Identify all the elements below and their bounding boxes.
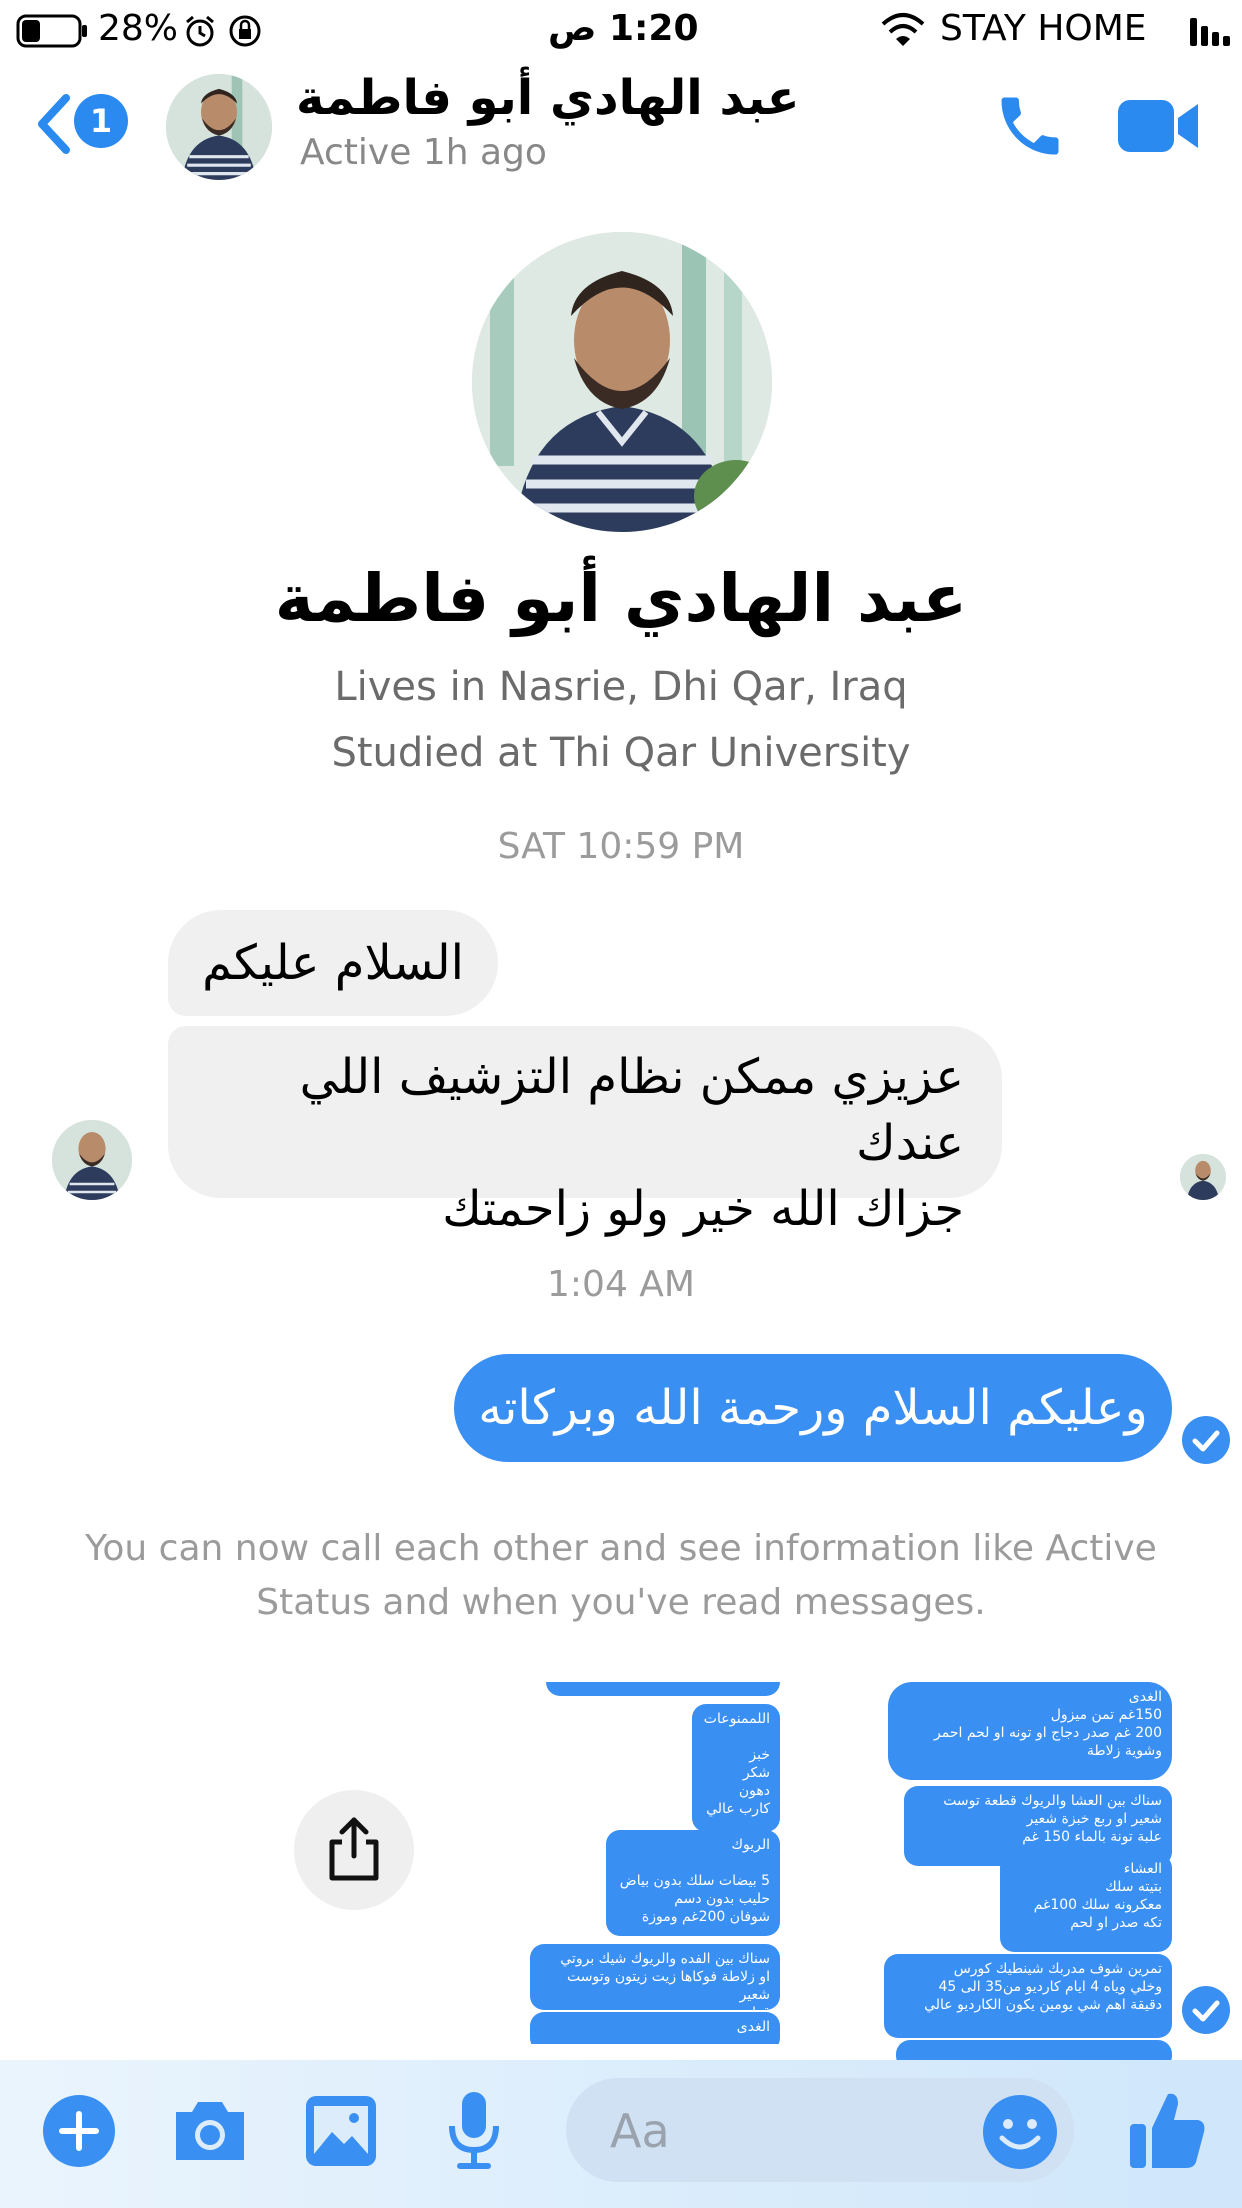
microphone-icon[interactable]: [444, 2090, 504, 2172]
gallery-icon[interactable]: [304, 2094, 378, 2168]
mini-bubble: [546, 1682, 780, 1696]
battery-icon: [16, 14, 87, 48]
status-bar: 28% 1:20 ص STAY HOME: [0, 0, 1242, 62]
unread-badge[interactable]: 1: [74, 94, 128, 148]
share-button[interactable]: [294, 1790, 414, 1910]
mini-bubble: الريوك 5 بيضات سلك بدون بياض حليب بدون د…: [606, 1830, 780, 1936]
phone-call-icon[interactable]: [992, 88, 1068, 164]
back-chevron-icon[interactable]: [34, 92, 74, 156]
signal-icon: [1190, 18, 1230, 46]
clock: 1:20 ص: [548, 8, 699, 49]
incoming-message[interactable]: السلام عليكم: [168, 910, 498, 1016]
header-avatar[interactable]: [166, 74, 272, 180]
timestamp: SAT 10:59 PM: [497, 826, 745, 867]
outgoing-message[interactable]: وعليكم السلام ورحمة الله وبركاته: [454, 1354, 1172, 1462]
attachment-image[interactable]: اللممنوعات خبز شكر دهون كارب عالي الريوك…: [526, 1682, 780, 2044]
avatar-photo: [166, 74, 272, 180]
mini-bubble: سناك بين الفده والريوك شيك بروتي او زلاط…: [530, 1944, 780, 2021]
camera-icon[interactable]: [170, 2098, 250, 2164]
message-input-placeholder: Aa: [610, 2104, 670, 2158]
share-icon: [329, 1817, 379, 1881]
carrier-label: STAY HOME: [940, 8, 1147, 49]
avatar-photo: [52, 1120, 132, 1200]
mini-bubble: الغدى: [530, 2012, 780, 2044]
sender-avatar[interactable]: [52, 1120, 132, 1200]
incoming-message[interactable]: عزيزي ممكن نظام التزشيف اللي عندك جزاك ا…: [168, 1026, 1002, 1237]
attachment-image[interactable]: الغدى 150غم تمن ميزول 200 غم صدر دجاج او…: [880, 1682, 1172, 2064]
orientation-lock-icon: [229, 15, 261, 47]
mini-bubble: تمرين شوف مدربك شينطيك كورس وخلي وياه 4 …: [884, 1954, 1172, 2038]
profile-photo: [472, 232, 772, 532]
emoji-icon[interactable]: [982, 2094, 1058, 2170]
info-notice: You can now call each other and see info…: [85, 1528, 1157, 1623]
profile-avatar[interactable]: [472, 232, 772, 532]
read-receipt-check-icon: [1182, 1986, 1230, 2034]
timestamp: 1:04 AM: [547, 1264, 695, 1305]
header-active-status: Active 1h ago: [300, 132, 547, 173]
read-receipt-check-icon: [1182, 1416, 1230, 1464]
profile-education: Studied at Thi Qar University: [331, 730, 911, 776]
wifi-icon: [881, 13, 925, 46]
mini-bubble: العشاء بتيته سلك معكرونه سلك 100غم تكه ص…: [1000, 1854, 1172, 1952]
seen-avatar: [1180, 1154, 1226, 1200]
video-call-icon[interactable]: [1118, 96, 1202, 156]
header-contact-name[interactable]: عبد الهادي أبو فاطمة: [296, 70, 800, 126]
mini-bubble: اللممنوعات خبز شكر دهون كارب عالي: [692, 1704, 780, 1832]
thumbs-up-icon[interactable]: [1126, 2088, 1210, 2172]
avatar-photo: [1180, 1154, 1226, 1200]
alarm-icon: [186, 15, 214, 47]
mini-bubble: الغدى 150غم تمن ميزول 200 غم صدر دجاج او…: [888, 1682, 1172, 1780]
battery-percent: 28%: [98, 8, 179, 49]
plus-icon[interactable]: [42, 2094, 116, 2168]
profile-location: Lives in Nasrie, Dhi Qar, Iraq: [334, 664, 908, 710]
profile-name: عبد الهادي أبو فاطمة: [274, 560, 968, 637]
